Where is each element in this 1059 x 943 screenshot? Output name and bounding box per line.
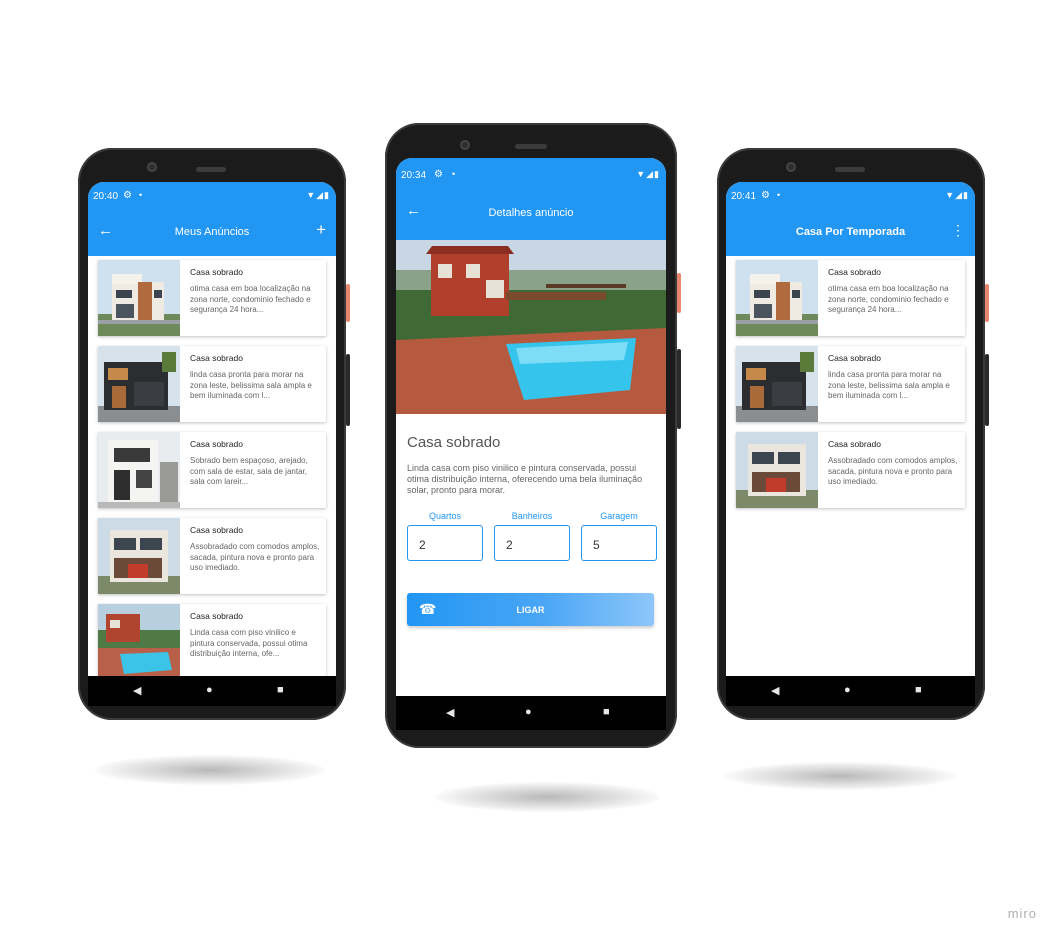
call-button[interactable]: ☎ LIGAR xyxy=(407,593,654,626)
card-title: Casa sobrado xyxy=(828,267,881,277)
house-photo xyxy=(396,240,666,414)
middle-phone: 20:34 ⚙ • ▼◢▮ ← Detalhes anúncio Casa so… xyxy=(385,123,681,748)
front-camera-icon xyxy=(786,162,796,172)
status-bar: 20:41 ⚙ • ▼◢▮ xyxy=(726,182,975,210)
status-time: 20:34 xyxy=(401,170,427,181)
ad-description: Linda casa com piso vinilico e pintura c… xyxy=(407,463,643,495)
rooms-value[interactable]: 2 xyxy=(407,525,483,561)
bathrooms-label: Banheiros xyxy=(511,511,553,521)
nav-recent-icon[interactable]: ■ xyxy=(915,684,922,696)
house-thumbnail xyxy=(736,260,818,336)
nav-home-icon[interactable]: ● xyxy=(206,684,213,696)
app-bar: ← Detalhes anúncio xyxy=(396,188,666,240)
house-thumbnail xyxy=(98,432,180,508)
app-bar-title: Meus Anúncios xyxy=(174,226,250,238)
notification-dot-icon: • xyxy=(452,169,456,179)
garage-value[interactable]: 5 xyxy=(581,525,657,561)
nav-back-icon[interactable]: ◀ xyxy=(446,706,454,719)
card-description: Assobradado com comodos amplos, sacada, … xyxy=(828,456,958,486)
middle-screen: 20:34 ⚙ • ▼◢▮ ← Detalhes anúncio Casa so… xyxy=(396,158,666,730)
card-description: otima casa em boa localização na zona no… xyxy=(828,284,949,314)
app-bar: ← Meus Anúncios + xyxy=(88,210,336,256)
status-time: 20:40 xyxy=(93,191,119,202)
left-phone: 20:40 ⚙ • ▼◢▮ ← Meus Anúncios + Casa sob… xyxy=(78,148,350,720)
app-bar: Casa Por Temporada ⋮ xyxy=(726,210,975,256)
notification-dot-icon: • xyxy=(777,190,781,200)
wifi-signal-battery-icons: ▼◢▮ xyxy=(636,169,660,179)
card-title: Casa sobrado xyxy=(828,439,881,449)
list-item[interactable]: Casa sobrado otima casa em boa localizaç… xyxy=(736,260,965,336)
ad-list: Casa sobrado otima casa em boa localizaç… xyxy=(726,256,975,676)
house-thumbnail xyxy=(736,346,818,422)
card-title: Casa sobrado xyxy=(190,353,243,363)
left-phone-shadow xyxy=(95,755,325,785)
card-title: Casa sobrado xyxy=(828,353,881,363)
card-description: linda casa pronta para morar na zona les… xyxy=(190,370,312,400)
card-description: Assobradado com comodos amplos, sacada, … xyxy=(190,542,320,572)
wifi-signal-battery-icons: ▼◢▮ xyxy=(945,190,969,200)
speaker-grille xyxy=(835,167,865,172)
app-bar-title: Casa Por Temporada xyxy=(795,226,906,238)
status-time: 20:41 xyxy=(731,191,757,202)
right-screen: 20:41 ⚙ • ▼◢▮ Casa Por Temporada ⋮ Casa … xyxy=(726,182,975,706)
list-item[interactable]: Casa sobrado otima casa em boa localizaç… xyxy=(98,260,326,336)
system-nav-bar: ◀ ● ■ xyxy=(88,676,336,706)
miro-watermark: miro xyxy=(1007,906,1037,921)
nav-back-icon[interactable]: ◀ xyxy=(133,684,141,697)
rooms-field[interactable]: Quartos 2 xyxy=(407,511,483,561)
card-title: Casa sobrado xyxy=(190,525,243,535)
add-icon[interactable]: + xyxy=(316,220,326,240)
system-nav-bar: ◀ ● ■ xyxy=(726,676,975,706)
ad-title: Casa sobrado xyxy=(407,434,501,451)
settings-gear-icon: ⚙ xyxy=(434,169,443,180)
status-bar: 20:34 ⚙ • ▼◢▮ xyxy=(396,158,666,188)
card-title: Casa sobrado xyxy=(190,611,243,621)
app-bar-title: Detalhes anúncio xyxy=(488,207,574,219)
settings-gear-icon: ⚙ xyxy=(123,190,132,201)
nav-back-icon[interactable]: ◀ xyxy=(771,684,779,697)
house-thumbnail xyxy=(98,604,180,676)
wifi-signal-battery-icons: ▼◢▮ xyxy=(306,190,330,200)
nav-recent-icon[interactable]: ■ xyxy=(603,706,610,718)
front-camera-icon xyxy=(460,140,470,150)
speaker-grille xyxy=(196,167,226,172)
list-item[interactable]: Casa sobrado Assobradado com comodos amp… xyxy=(98,518,326,594)
nav-home-icon[interactable]: ● xyxy=(525,706,532,718)
house-thumbnail xyxy=(98,346,180,422)
garage-label: Garagem xyxy=(600,511,638,521)
more-vert-icon[interactable]: ⋮ xyxy=(951,222,965,239)
middle-phone-shadow xyxy=(435,782,660,812)
bathrooms-value[interactable]: 2 xyxy=(494,525,570,561)
nav-recent-icon[interactable]: ■ xyxy=(277,684,284,696)
nav-home-icon[interactable]: ● xyxy=(844,684,851,696)
card-title: Casa sobrado xyxy=(190,439,243,449)
settings-gear-icon: ⚙ xyxy=(761,190,770,201)
system-nav-bar: ◀ ● ■ xyxy=(396,696,666,730)
house-thumbnail xyxy=(736,432,818,508)
list-item[interactable]: Casa sobrado linda casa pronta para mora… xyxy=(98,346,326,422)
garage-field[interactable]: Garagem 5 xyxy=(581,511,657,561)
list-item[interactable]: Casa sobrado Sobrado bem espaçoso, areja… xyxy=(98,432,326,508)
list-item[interactable]: Casa sobrado Assobradado com comodos amp… xyxy=(736,432,965,508)
status-bar: 20:40 ⚙ • ▼◢▮ xyxy=(88,182,336,210)
front-camera-icon xyxy=(147,162,157,172)
rooms-label: Quartos xyxy=(428,511,461,521)
card-description: linda casa pronta para morar na zona les… xyxy=(828,370,950,400)
speaker-grille xyxy=(515,144,547,149)
list-item[interactable]: Casa sobrado linda casa pronta para mora… xyxy=(736,346,965,422)
right-phone: 20:41 ⚙ • ▼◢▮ Casa Por Temporada ⋮ Casa … xyxy=(717,148,989,720)
house-thumbnail xyxy=(98,260,180,336)
card-description: Sobrado bem espaçoso, arejado, com sala … xyxy=(190,456,308,486)
call-button-label: LIGAR xyxy=(516,605,545,615)
left-screen: 20:40 ⚙ • ▼◢▮ ← Meus Anúncios + Casa sob… xyxy=(88,182,336,706)
right-phone-shadow xyxy=(725,762,955,790)
house-thumbnail xyxy=(98,518,180,594)
card-title: Casa sobrado xyxy=(190,267,243,277)
bathrooms-field[interactable]: Banheiros 2 xyxy=(494,511,570,561)
notification-dot-icon: • xyxy=(139,190,143,200)
card-description: otima casa em boa localização na zona no… xyxy=(190,284,311,314)
ad-list: Casa sobrado otima casa em boa localizaç… xyxy=(88,256,336,676)
list-item[interactable]: Casa sobrado Linda casa com piso vinilic… xyxy=(98,604,326,676)
card-description: Linda casa com piso vinilico e pintura c… xyxy=(190,628,308,658)
